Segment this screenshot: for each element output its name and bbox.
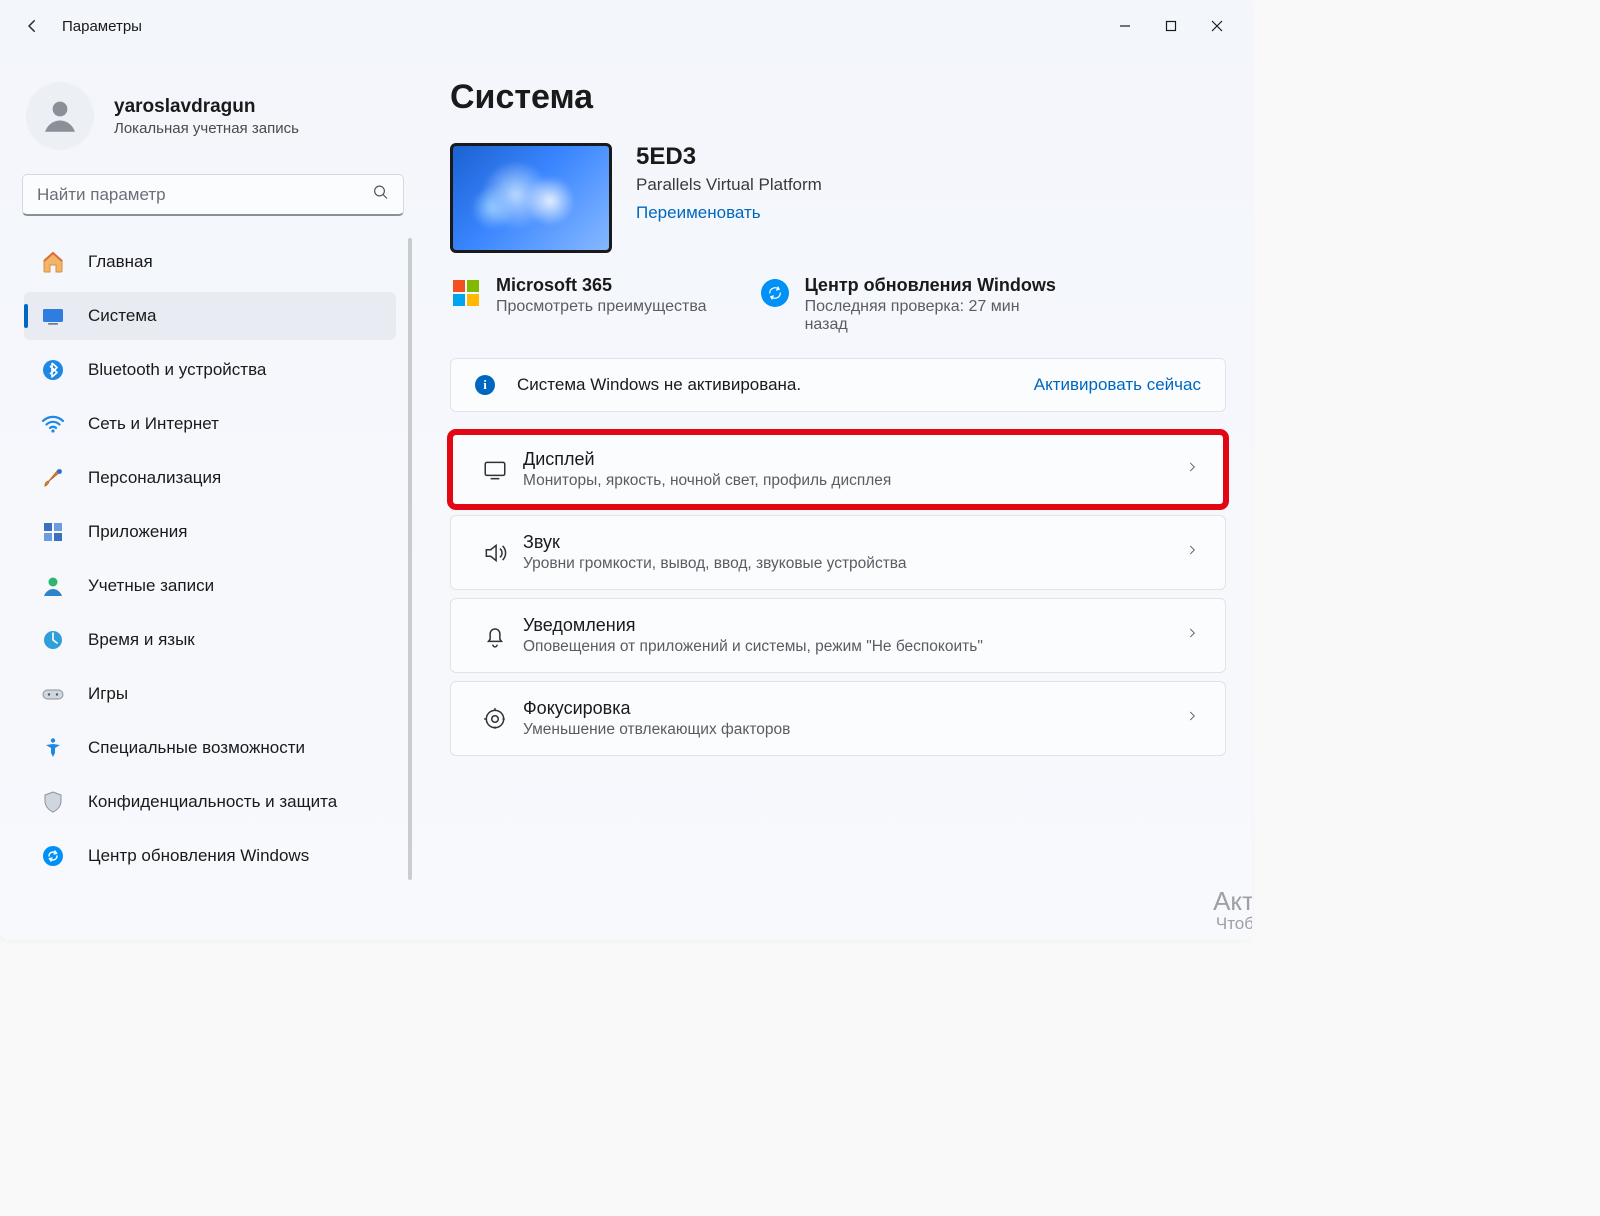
display-icon [471, 457, 519, 483]
nav-bluetooth[interactable]: Bluetooth и устройства [24, 346, 396, 394]
sidebar: yaroslavdragun Локальная учетная запись [0, 52, 420, 940]
search-box[interactable] [22, 174, 404, 216]
nav-home[interactable]: Главная [24, 238, 396, 286]
nav-label: Персонализация [88, 468, 221, 488]
clock-globe-icon [40, 627, 66, 653]
apps-icon [40, 519, 66, 545]
chevron-right-icon [1185, 460, 1205, 479]
rec-subtitle: Последняя проверка: 27 мин назад [805, 298, 1065, 334]
card-title: Уведомления [523, 615, 1185, 636]
nav-time[interactable]: Время и язык [24, 616, 396, 664]
card-display[interactable]: Дисплей Мониторы, яркость, ночной свет, … [450, 432, 1226, 507]
nav-label: Конфиденциальность и защита [88, 792, 337, 812]
card-notifications[interactable]: Уведомления Оповещения от приложений и с… [450, 598, 1226, 673]
card-focus[interactable]: Фокусировка Уменьшение отвлекающих факто… [450, 681, 1226, 756]
nav-network[interactable]: Сеть и Интернет [24, 400, 396, 448]
home-icon [40, 249, 66, 275]
device-name: 5ED3 [636, 143, 822, 171]
back-button[interactable] [22, 16, 42, 36]
card-title: Дисплей [523, 449, 1185, 470]
activate-now-link[interactable]: Активировать сейчас [1034, 375, 1201, 395]
nav-label: Специальные возможности [88, 738, 305, 758]
activation-text: Система Windows не активирована. [517, 375, 801, 395]
profile-block[interactable]: yaroslavdragun Локальная учетная запись [20, 76, 412, 174]
rec-subtitle: Просмотреть преимущества [496, 298, 707, 316]
nav-accounts[interactable]: Учетные записи [24, 562, 396, 610]
info-icon: i [475, 375, 495, 395]
nav-gaming[interactable]: Игры [24, 670, 396, 718]
rec-m365[interactable]: Microsoft 365 Просмотреть преимущества [450, 275, 707, 334]
bluetooth-icon [40, 357, 66, 383]
nav-label: Игры [88, 684, 128, 704]
nav-update[interactable]: Центр обновления Windows [24, 832, 396, 880]
focus-icon [471, 706, 519, 732]
maximize-button[interactable] [1148, 8, 1194, 44]
device-thumbnail [450, 143, 612, 253]
nav-label: Учетные записи [88, 576, 214, 596]
rename-link[interactable]: Переименовать [636, 203, 761, 223]
card-subtitle: Мониторы, яркость, ночной свет, профиль … [523, 472, 1185, 490]
activation-banner: i Система Windows не активирована. Актив… [450, 358, 1226, 412]
page-title: Система [450, 78, 1226, 117]
brush-icon [40, 465, 66, 491]
wifi-icon [40, 411, 66, 437]
microsoft-logo-icon [450, 277, 482, 309]
card-subtitle: Оповещения от приложений и системы, режи… [523, 638, 1185, 656]
nav-label: Время и язык [88, 630, 195, 650]
update-icon [40, 843, 66, 869]
nav-privacy[interactable]: Конфиденциальность и защита [24, 778, 396, 826]
avatar [26, 82, 94, 150]
device-platform: Parallels Virtual Platform [636, 175, 822, 195]
nav-label: Центр обновления Windows [88, 846, 309, 866]
window-title: Параметры [62, 18, 142, 35]
close-button[interactable] [1194, 8, 1240, 44]
rec-title: Центр обновления Windows [805, 275, 1065, 296]
nav-label: Сеть и Интернет [88, 414, 219, 434]
person-icon [40, 573, 66, 599]
search-input[interactable] [22, 174, 404, 216]
nav-label: Bluetooth и устройства [88, 360, 266, 380]
rec-windows-update[interactable]: Центр обновления Windows Последняя прове… [759, 275, 1065, 334]
system-icon [40, 303, 66, 329]
user-subtitle: Локальная учетная запись [114, 120, 299, 137]
main-content: Система 5ED3 Parallels Virtual Platform … [420, 52, 1252, 940]
chevron-right-icon [1185, 709, 1205, 728]
bell-icon [471, 623, 519, 649]
sync-icon [759, 277, 791, 309]
rec-title: Microsoft 365 [496, 275, 707, 296]
chevron-right-icon [1185, 543, 1205, 562]
minimize-button[interactable] [1102, 8, 1148, 44]
nav-label: Приложения [88, 522, 187, 542]
nav-system[interactable]: Система [24, 292, 396, 340]
gamepad-icon [40, 681, 66, 707]
nav-label: Главная [88, 252, 153, 272]
card-sound[interactable]: Звук Уровни громкости, вывод, ввод, звук… [450, 515, 1226, 590]
user-name: yaroslavdragun [114, 96, 299, 118]
nav-accessibility[interactable]: Специальные возможности [24, 724, 396, 772]
shield-icon [40, 789, 66, 815]
card-subtitle: Уровни громкости, вывод, ввод, звуковые … [523, 555, 1185, 573]
nav-apps[interactable]: Приложения [24, 508, 396, 556]
sound-icon [471, 540, 519, 566]
chevron-right-icon [1185, 626, 1205, 645]
card-title: Фокусировка [523, 698, 1185, 719]
nav-personalization[interactable]: Персонализация [24, 454, 396, 502]
nav-label: Система [88, 306, 156, 326]
accessibility-icon [40, 735, 66, 761]
card-title: Звук [523, 532, 1185, 553]
nav-list: Главная Система Bluetooth и устройства [20, 238, 412, 880]
search-icon [372, 184, 390, 207]
titlebar: Параметры [0, 0, 1252, 52]
settings-window: Параметры yaroslavdragun Локальная учетн… [0, 0, 1252, 940]
card-subtitle: Уменьшение отвлекающих факторов [523, 721, 1185, 739]
